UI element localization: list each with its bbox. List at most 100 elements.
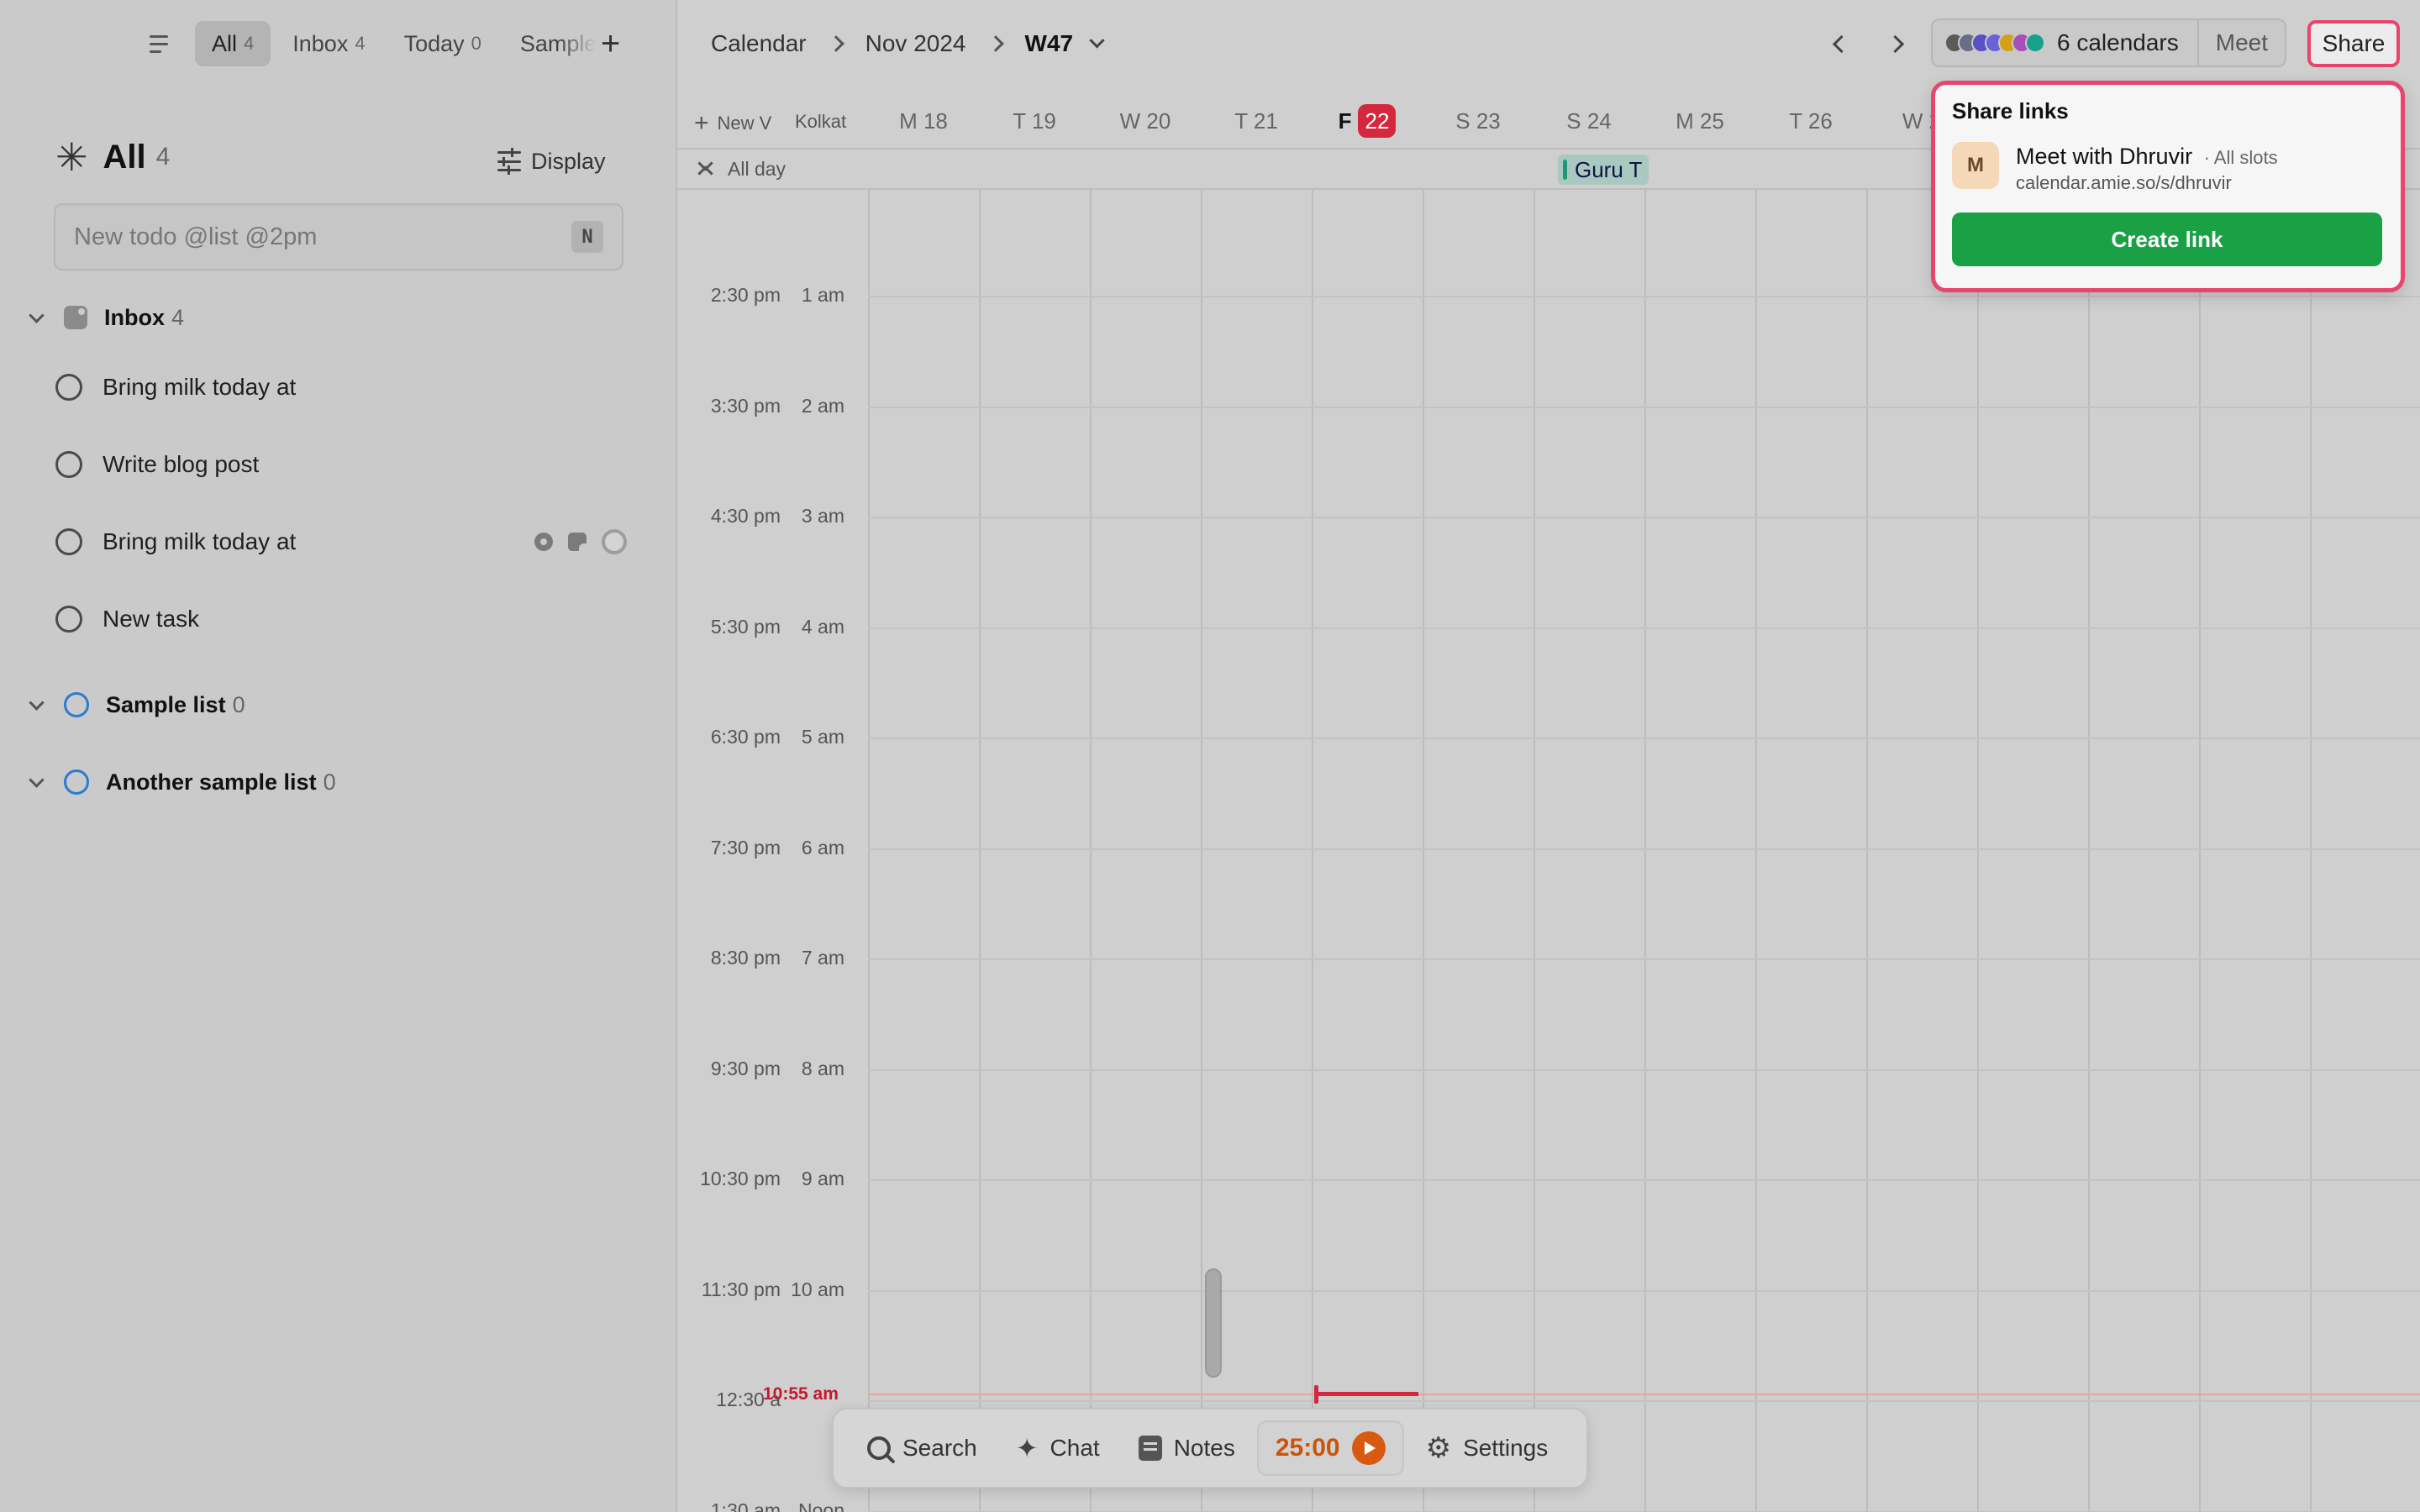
calendars-label: 6 calendars bbox=[2057, 29, 2179, 55]
tab-today[interactable]: Today 0 bbox=[387, 21, 498, 66]
grid-hour-line bbox=[868, 627, 2420, 629]
add-tab-plus-icon[interactable]: + bbox=[601, 27, 620, 60]
today-badge: 22 bbox=[1358, 104, 1397, 138]
page-title-count: 4 bbox=[155, 143, 171, 171]
inbox-icon bbox=[64, 306, 87, 329]
meet-label: Meet bbox=[2215, 29, 2269, 55]
time-label-primary: 2:30 pm bbox=[710, 284, 781, 306]
priority-icon[interactable] bbox=[534, 533, 553, 551]
sparkle-icon: ✦ bbox=[1015, 1433, 1039, 1463]
new-todo-input[interactable] bbox=[74, 223, 571, 251]
time-column: 2:30 pm 1 am 3:30 pm 2 am 4:30 pm 3 am 5:30 pm… bbox=[677, 190, 868, 1512]
grid-column-line bbox=[1312, 190, 1313, 1512]
share-links-popover: Share links M Meet with Dhruvir · All sl… bbox=[1931, 81, 2405, 292]
create-link-button[interactable]: Create link bbox=[1952, 213, 2382, 266]
day-label: W 20 bbox=[1119, 108, 1171, 134]
tab-inbox[interactable]: Inbox 4 bbox=[276, 21, 381, 66]
task-row[interactable]: Write blog post bbox=[55, 444, 627, 486]
chevron-left-icon[interactable] bbox=[1830, 27, 1852, 60]
breadcrumb-month[interactable]: Nov 2024 bbox=[865, 30, 966, 57]
share-link-item[interactable]: Meet with Dhruvir · All slots bbox=[2016, 144, 2278, 170]
day-header-6[interactable]: S 24 bbox=[1534, 104, 1644, 138]
list-label: Another sample list bbox=[106, 769, 317, 795]
current-time-today-line bbox=[1316, 1392, 1418, 1396]
day-header-5[interactable]: S 23 bbox=[1423, 104, 1534, 138]
tab-count: 4 bbox=[244, 33, 255, 54]
display-label: Display bbox=[531, 148, 606, 174]
chevron-down-icon[interactable] bbox=[25, 771, 47, 793]
play-icon[interactable] bbox=[1351, 1431, 1386, 1465]
new-view-button[interactable]: + New V bbox=[694, 109, 771, 138]
list-count: 0 bbox=[323, 769, 336, 795]
day-header-0[interactable]: M 18 bbox=[868, 104, 979, 138]
tab-sample[interactable]: Sample bbox=[503, 21, 596, 66]
display-button[interactable]: Display bbox=[497, 143, 606, 180]
search-button[interactable]: Search bbox=[850, 1420, 994, 1476]
task-checkbox[interactable] bbox=[55, 606, 82, 633]
menu-icon[interactable] bbox=[150, 29, 180, 59]
another-sample-list-section-header[interactable]: Another sample list 0 bbox=[25, 762, 336, 802]
current-time-marker bbox=[1314, 1385, 1318, 1404]
day-header-7[interactable]: M 25 bbox=[1644, 104, 1755, 138]
time-label-secondary: 5 am bbox=[801, 726, 844, 748]
progress-ring-icon[interactable] bbox=[602, 529, 627, 554]
grid-column-line bbox=[1534, 190, 1535, 1512]
sample-list-section-header[interactable]: Sample list 0 bbox=[25, 685, 245, 725]
time-label-secondary: 1 am bbox=[801, 284, 844, 306]
timezone-label[interactable]: Kolkat bbox=[795, 111, 846, 133]
all-day-event[interactable]: Guru T bbox=[1558, 155, 1649, 185]
notes-button[interactable]: Notes bbox=[1122, 1420, 1252, 1476]
breadcrumb-calendar[interactable]: Calendar bbox=[711, 30, 807, 57]
task-checkbox[interactable] bbox=[55, 528, 82, 555]
task-label: Bring milk today at bbox=[103, 528, 297, 554]
pomodoro-timer[interactable]: 25:00 bbox=[1256, 1420, 1404, 1476]
inbox-section-label: Inbox bbox=[104, 304, 165, 330]
breadcrumb-week[interactable]: W47 bbox=[1025, 30, 1074, 57]
inbox-section-header[interactable]: Inbox 4 bbox=[25, 297, 184, 338]
task-row[interactable]: New task bbox=[55, 598, 627, 640]
day-header-4[interactable]: F 22 bbox=[1312, 104, 1423, 138]
grid-column-line bbox=[1423, 190, 1424, 1512]
breadcrumb: Calendar Nov 2024 W47 bbox=[711, 22, 1105, 66]
drag-handle[interactable] bbox=[1205, 1268, 1222, 1378]
list-circle-icon bbox=[64, 692, 89, 717]
calendars-button[interactable]: 6 calendars bbox=[1933, 20, 2199, 66]
new-todo-field[interactable]: N bbox=[54, 203, 623, 270]
time-label-secondary: 6 am bbox=[801, 836, 844, 858]
day-header-8[interactable]: T 26 bbox=[1755, 104, 1866, 138]
task-row[interactable]: Bring milk today at bbox=[55, 366, 627, 408]
time-label-secondary: 4 am bbox=[801, 615, 844, 638]
day-label: T 26 bbox=[1789, 108, 1833, 134]
timer-value: 25:00 bbox=[1275, 1434, 1340, 1462]
page-title-text: All bbox=[103, 138, 146, 176]
collapse-icon[interactable] bbox=[696, 156, 714, 181]
bottom-toolbar: Search ✦ Chat Notes 25:00 ⚙ Settings bbox=[832, 1408, 1588, 1488]
day-label: S 24 bbox=[1566, 108, 1612, 134]
chevron-down-icon[interactable] bbox=[25, 307, 47, 328]
chevron-down-icon[interactable] bbox=[25, 694, 47, 716]
chat-button[interactable]: ✦ Chat bbox=[999, 1420, 1117, 1476]
share-label: Share bbox=[2322, 30, 2386, 56]
note-icon[interactable] bbox=[568, 533, 587, 551]
chevron-down-icon[interactable] bbox=[1089, 32, 1105, 48]
chevron-right-icon bbox=[827, 35, 844, 52]
meet-button[interactable]: Meet bbox=[2199, 20, 2285, 66]
tab-all[interactable]: All 4 bbox=[195, 21, 271, 66]
day-header-3[interactable]: T 21 bbox=[1201, 104, 1312, 138]
share-button[interactable]: Share bbox=[2307, 20, 2400, 67]
share-link-url[interactable]: calendar.amie.so/s/dhruvir bbox=[2016, 172, 2232, 194]
day-header-2[interactable]: W 20 bbox=[1090, 104, 1201, 138]
task-checkbox[interactable] bbox=[55, 374, 82, 401]
avatar: M bbox=[1952, 142, 1999, 189]
task-checkbox[interactable] bbox=[55, 451, 82, 478]
settings-button[interactable]: ⚙ Settings bbox=[1409, 1420, 1565, 1476]
day-header-1[interactable]: T 19 bbox=[979, 104, 1090, 138]
grid-column-line bbox=[1755, 190, 1757, 1512]
chevron-right-icon[interactable] bbox=[1884, 27, 1906, 60]
time-label-secondary: 8 am bbox=[801, 1057, 844, 1079]
task-row[interactable]: Bring milk today at bbox=[55, 521, 627, 563]
calendar-grid[interactable] bbox=[868, 190, 2420, 1512]
grid-column-line bbox=[2199, 190, 2201, 1512]
day-label: M 18 bbox=[899, 108, 948, 134]
grid-hour-line bbox=[868, 958, 2420, 960]
